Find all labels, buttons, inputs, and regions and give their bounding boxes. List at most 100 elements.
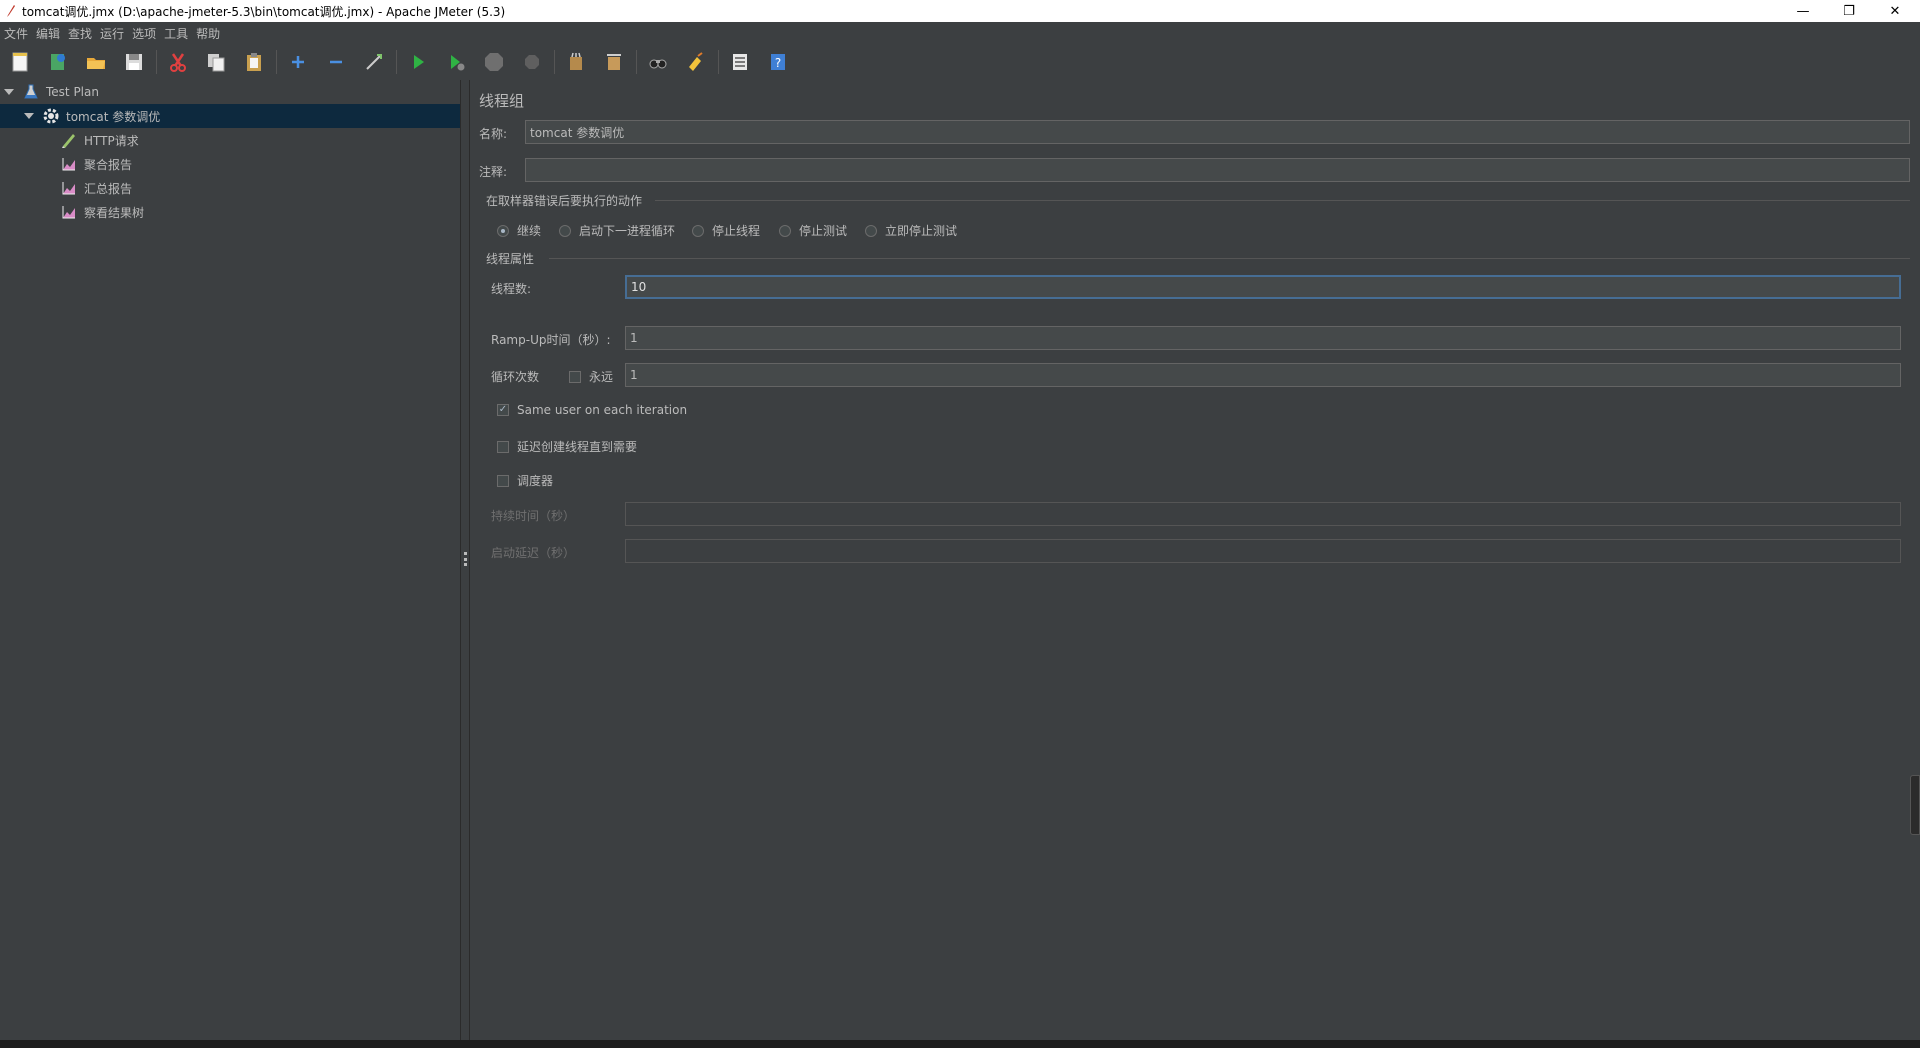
toggle-button[interactable] [358,46,390,78]
threads-input[interactable]: 10 [625,275,1901,299]
duration-label: 持续时间（秒） [491,509,576,523]
delay-thread-creation-checkbox[interactable]: 延迟创建线程直到需要 [497,438,637,455]
name-label: 名称: [479,127,508,141]
cut-button[interactable] [162,46,194,78]
checkbox-label: 调度器 [517,474,554,488]
radio-label: 启动下一进程循环 [579,224,676,238]
close-button[interactable]: ✕ [1872,0,1918,22]
scheduler-checkbox[interactable]: 调度器 [497,472,553,489]
templates-button[interactable] [42,46,74,78]
chevron-down-icon[interactable] [4,89,14,95]
menu-file[interactable]: 文件 [0,25,32,42]
radio-dot[interactable] [865,224,877,237]
open-folder-icon [87,58,105,69]
paste-button[interactable] [238,46,270,78]
chevron-down-icon[interactable] [24,113,34,119]
toolbar-separator [718,50,719,74]
radio-stop-test-now[interactable]: 立即停止测试 [865,222,957,239]
menu-search[interactable]: 查找 [64,25,96,42]
open-button[interactable] [80,46,112,78]
radio-label: 继续 [517,224,542,238]
checkbox-box[interactable] [497,474,509,487]
radio-start-next-loop[interactable]: 启动下一进程循环 [559,222,675,239]
menu-run[interactable]: 运行 [96,25,128,42]
radio-stop-thread[interactable]: 停止线程 [692,222,760,239]
radio-label: 立即停止测试 [885,224,958,238]
radio-continue[interactable]: 继续 [497,222,541,239]
start-button[interactable] [402,46,434,78]
save-icon [126,54,142,70]
new-button[interactable] [4,46,36,78]
templates-icon [51,54,65,70]
help-button[interactable]: ? [762,46,794,78]
toolbar-separator [636,50,637,74]
menu-edit[interactable]: 编辑 [32,25,64,42]
threads-label: 线程数: [491,282,532,296]
reset-search-button[interactable] [680,46,712,78]
thread-properties-section-title: 线程属性 [486,252,535,266]
radio-dot[interactable] [779,224,791,237]
tree-label: 聚合报告 [84,157,133,172]
radio-label: 停止线程 [712,224,761,238]
tree-item-thread-group[interactable]: tomcat 参数调优 [0,104,460,128]
maximize-button[interactable]: ❐ [1826,0,1872,22]
stop-button[interactable] [478,46,510,78]
checkbox-label: Same user on each iteration [517,403,688,417]
start-no-pauses-button[interactable] [440,46,472,78]
clear-button[interactable] [560,46,592,78]
rampup-input[interactable]: 1 [625,326,1901,350]
tree-item-view-results-tree[interactable]: 察看结果树 [60,200,144,224]
rampup-label: Ramp-Up时间（秒）: [491,333,611,347]
radio-dot-selected[interactable] [497,224,509,237]
loop-count-input[interactable]: 1 [625,363,1901,387]
search-button[interactable] [642,46,674,78]
menu-help[interactable]: 帮助 [192,25,224,42]
binoculars-icon [649,59,667,69]
menu-options[interactable]: 选项 [128,25,160,42]
tree-item-aggregate-report[interactable]: 聚合报告 [60,152,132,176]
comment-field[interactable] [525,158,1910,182]
checkbox-label: 永远 [589,370,614,384]
tree-item-http-request[interactable]: HTTP请求 [60,128,139,152]
gear-icon [42,107,60,125]
svg-text:?: ? [775,56,781,70]
forever-checkbox[interactable]: 永远 [569,368,613,385]
duration-input [625,502,1901,526]
error-action-section-title: 在取样器错误后要执行的动作 [486,194,643,208]
shutdown-button[interactable] [516,46,548,78]
copy-button[interactable] [200,46,232,78]
expand-all-button[interactable] [282,46,314,78]
side-handle[interactable] [1910,775,1920,835]
copy-icon [208,54,225,72]
startup-delay-input [625,539,1901,563]
splitter-grip-icon[interactable] [464,552,467,566]
plus-icon [292,56,304,68]
toolbar: ? [0,44,1920,80]
toolbar-separator [276,50,277,74]
radio-label: 停止测试 [799,224,848,238]
tree-item-test-plan[interactable]: Test Plan [4,80,460,104]
clear-all-button[interactable] [598,46,630,78]
section-divider [655,200,1910,201]
minimize-button[interactable]: — [1780,0,1826,22]
same-user-checkbox[interactable]: ✓ Same user on each iteration [497,403,687,417]
collapse-all-button[interactable] [320,46,352,78]
play-no-pause-icon [451,55,465,71]
checkbox-box[interactable] [569,370,581,383]
checkbox-box[interactable] [497,440,509,453]
radio-dot[interactable] [692,224,704,237]
chart-icon [60,203,78,221]
function-helper-button[interactable] [724,46,756,78]
clear-all-broom-icon [607,54,621,70]
save-button[interactable] [118,46,150,78]
radio-stop-test[interactable]: 停止测试 [779,222,847,239]
radio-dot[interactable] [559,224,571,237]
reset-search-broom-icon [689,52,703,71]
tree-label: 察看结果树 [84,205,145,220]
panel-splitter[interactable] [460,80,470,1040]
menu-tools[interactable]: 工具 [160,25,192,42]
name-field[interactable]: tomcat 参数调优 [525,120,1910,144]
tree-item-summary-report[interactable]: 汇总报告 [60,176,132,200]
checkmark-icon[interactable]: ✓ [497,404,509,416]
minus-icon [330,60,342,64]
